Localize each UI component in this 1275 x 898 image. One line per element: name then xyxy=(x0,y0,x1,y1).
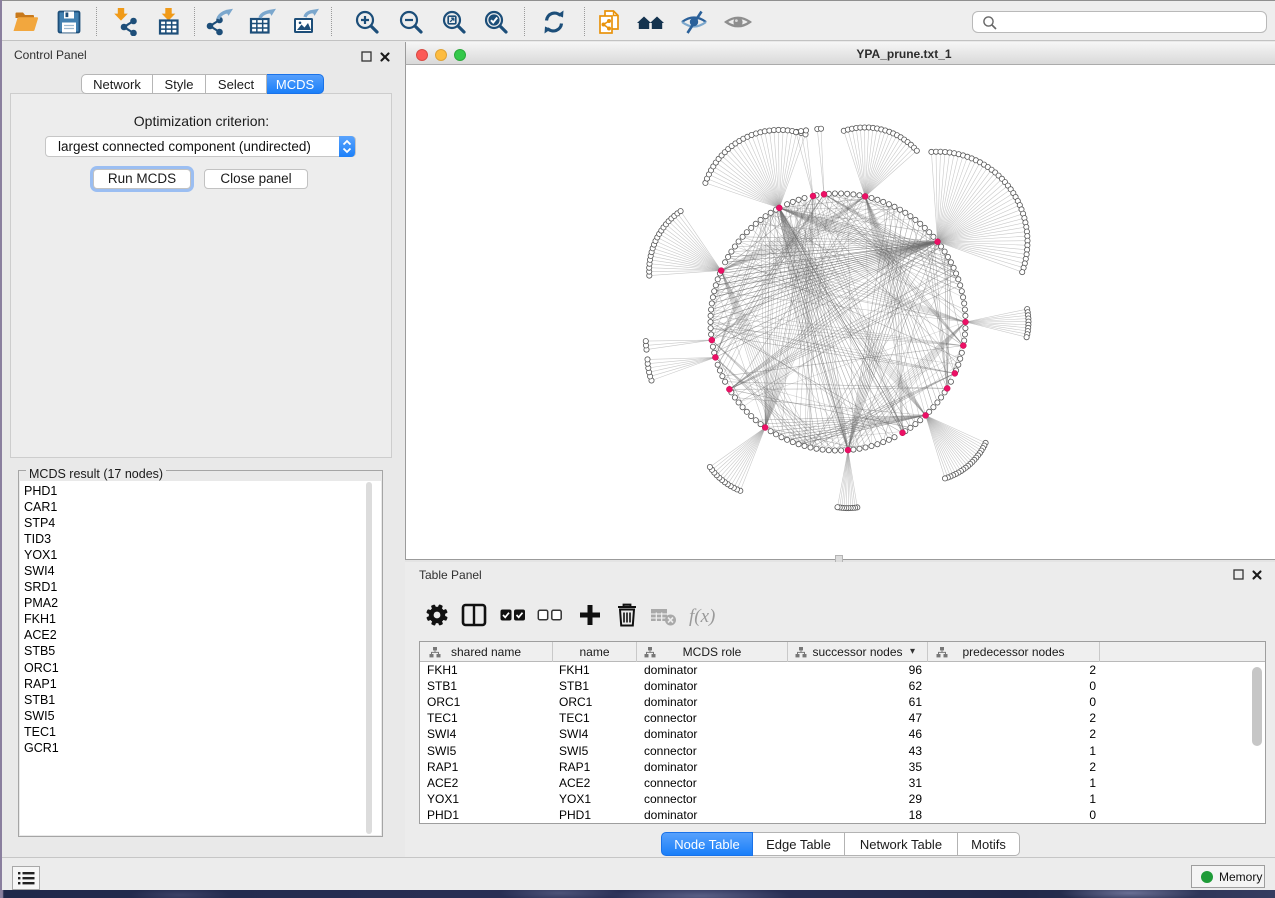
svg-text:f(x): f(x) xyxy=(689,606,715,627)
